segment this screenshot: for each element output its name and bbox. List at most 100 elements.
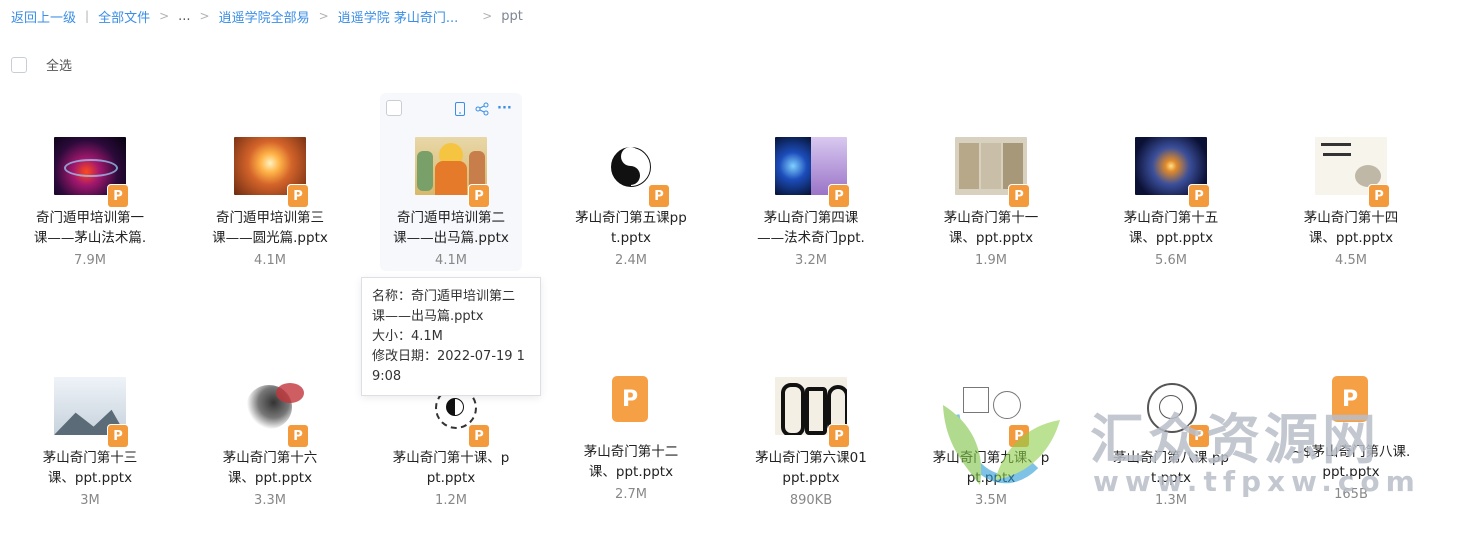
file-name-line1: 茅山奇门第十二 (583, 444, 679, 460)
file-name[interactable]: 茅山奇门第八课.pp t.pptx (1100, 448, 1242, 488)
file-item[interactable]: P 茅山奇门第十一 课、ppt.pptx 1.9M (920, 93, 1062, 273)
file-item[interactable]: P 茅山奇门第四课 ——法术奇门ppt. 3.2M (740, 93, 882, 273)
file-thumbnail: P (955, 377, 1029, 447)
file-name[interactable]: 奇门遁甲培训第三 课——圆光篇.pptx (199, 208, 341, 248)
file-name-line2: ——法术奇门ppt. (757, 230, 865, 246)
file-name-line2: 课——出马篇.pptx (393, 230, 509, 246)
file-thumbnail: P (234, 377, 308, 447)
pptx-badge-icon: P (469, 425, 489, 447)
file-name-line1: 茅山奇门第九课、p (932, 450, 1050, 466)
file-thumbnail: P (1135, 377, 1209, 447)
file-thumbnail: P (1315, 137, 1389, 207)
file-name[interactable]: 茅山奇门第十五 课、ppt.pptx (1100, 208, 1242, 248)
file-name-line2: pt.pptx (426, 470, 476, 486)
file-item[interactable]: P 茅山奇门第六课01 ppt.pptx 890KB (740, 333, 882, 513)
file-name-line2: 课——圆光篇.pptx (212, 230, 328, 246)
file-size: 3.2M (795, 253, 827, 268)
file-name-line2: t.pptx (610, 230, 651, 246)
file-name[interactable]: 茅山奇门第十一 课、ppt.pptx (920, 208, 1062, 248)
more-icon[interactable]: ··· (497, 102, 512, 116)
file-name[interactable]: 茅山奇门第五课pp t.pptx (560, 208, 702, 248)
file-name-line2: 课、ppt.pptx (1308, 230, 1394, 246)
file-item[interactable]: P 奇门遁甲培训第一 课——茅山法术篇. 7.9M (19, 93, 161, 273)
pptx-badge-icon: P (1369, 185, 1389, 207)
pptx-badge-icon: P (829, 185, 849, 207)
file-name[interactable]: 茅山奇门第十三 课、ppt.pptx (19, 448, 161, 488)
pptx-badge-icon: P (469, 185, 489, 207)
file-name-line2: ppt.pptx (782, 470, 840, 486)
file-name-line2: 课、ppt.pptx (227, 470, 313, 486)
file-name-line1: 茅山奇门第十一 (943, 210, 1039, 226)
file-name[interactable]: 茅山奇门第十四 课、ppt.pptx (1280, 208, 1422, 248)
file-name-line1: 茅山奇门第十六 (222, 450, 318, 466)
tooltip-date-line2: 9:08 (372, 369, 402, 384)
file-name-line2: t.pptx (1150, 470, 1191, 486)
file-thumbnail: P (415, 137, 489, 207)
file-size: 4.5M (1335, 253, 1367, 268)
file-thumbnail: P (595, 137, 669, 207)
phone-icon[interactable] (453, 102, 467, 116)
file-size: 2.7M (615, 487, 647, 502)
file-item[interactable]: P ~$茅山奇门第八课. ppt.pptx 165B (1280, 333, 1422, 513)
pptx-badge-icon: P (1009, 185, 1029, 207)
file-thumbnail: P (54, 137, 128, 207)
file-size: 1.3M (1155, 493, 1187, 508)
file-size: 4.1M (254, 253, 286, 268)
file-name-line2: 课、ppt.pptx (588, 464, 674, 480)
file-item[interactable]: P 茅山奇门第十二 课、ppt.pptx 2.7M (560, 333, 702, 513)
file-size: 890KB (789, 493, 833, 508)
file-name[interactable]: 奇门遁甲培训第二 课——出马篇.pptx (380, 208, 522, 248)
file-item[interactable]: P 茅山奇门第十五 课、ppt.pptx 5.6M (1100, 93, 1242, 273)
tooltip-size: 大小：4.1M (372, 329, 443, 344)
file-size: 3M (80, 493, 100, 508)
file-name[interactable]: 茅山奇门第六课01 ppt.pptx (740, 448, 882, 488)
file-thumbnail: P (775, 137, 849, 207)
file-name-line1: ~$茅山奇门第八课. (1291, 444, 1411, 460)
file-name-line2: ppt.pptx (1322, 464, 1380, 480)
file-thumbnail: P (54, 377, 128, 447)
pptx-badge-icon: P (288, 425, 308, 447)
file-item[interactable]: ··· P 奇门遁甲培训第二 课——出马篇.pptx 4.1M (380, 93, 522, 271)
file-name-line1: 茅山奇门第八课.pp (1113, 450, 1229, 466)
pptx-badge-icon: P (1189, 425, 1209, 447)
file-name-line2: 课、ppt.pptx (1128, 230, 1214, 246)
file-size: 4.1M (435, 253, 467, 268)
file-name-line1: 茅山奇门第十课、p (392, 450, 510, 466)
pptx-badge-icon: P (108, 185, 128, 207)
file-name-line1: 茅山奇门第十五 (1123, 210, 1219, 226)
file-size: 7.9M (74, 253, 106, 268)
pptx-file-icon: P (612, 376, 648, 422)
file-name[interactable]: 茅山奇门第九课、p pt.pptx (920, 448, 1062, 488)
file-name[interactable]: 茅山奇门第十六 课、ppt.pptx (199, 448, 341, 488)
file-thumbnail: P (1135, 137, 1209, 207)
pptx-badge-icon: P (108, 425, 128, 447)
file-name-line1: 茅山奇门第四课 (763, 210, 859, 226)
file-name-line2: 课——茅山法术篇. (33, 230, 147, 246)
file-item[interactable]: P 茅山奇门第十四 课、ppt.pptx 4.5M (1280, 93, 1422, 273)
file-size: 1.9M (975, 253, 1007, 268)
file-name-line1: 茅山奇门第五课pp (575, 210, 687, 226)
tooltip-name-line2: 课——出马篇.pptx (372, 309, 484, 324)
file-size: 1.2M (435, 493, 467, 508)
file-item[interactable]: P 奇门遁甲培训第三 课——圆光篇.pptx 4.1M (199, 93, 341, 273)
share-icon[interactable] (475, 102, 489, 116)
file-checkbox[interactable] (386, 100, 402, 116)
file-item[interactable]: P 茅山奇门第五课pp t.pptx 2.4M (560, 93, 702, 273)
file-item[interactable]: P 茅山奇门第九课、p pt.pptx 3.5M (920, 333, 1062, 513)
file-size: 2.4M (615, 253, 647, 268)
file-name[interactable]: ~$茅山奇门第八课. ppt.pptx (1280, 442, 1422, 482)
file-name-line2: 课、ppt.pptx (47, 470, 133, 486)
file-name[interactable]: 奇门遁甲培训第一 课——茅山法术篇. (19, 208, 161, 248)
file-name-line1: 奇门遁甲培训第二 (397, 210, 505, 226)
file-item[interactable]: P 茅山奇门第十六 课、ppt.pptx 3.3M (199, 333, 341, 513)
file-name-line1: 茅山奇门第十三 (42, 450, 138, 466)
file-grid: P 奇门遁甲培训第一 课——茅山法术篇. 7.9M P 奇门遁甲培训第三 课——圆光篇.pp… (0, 0, 1470, 549)
file-name[interactable]: 茅山奇门第十二 课、ppt.pptx (560, 442, 702, 482)
file-name[interactable]: 茅山奇门第十课、p pt.pptx (380, 448, 522, 488)
file-name[interactable]: 茅山奇门第四课 ——法术奇门ppt. (740, 208, 882, 248)
pptx-badge-icon: P (649, 185, 669, 207)
tooltip-name-line1: 名称：奇门遁甲培训第二 (372, 289, 516, 304)
file-name-line1: 茅山奇门第十四 (1303, 210, 1399, 226)
file-item[interactable]: P 茅山奇门第十三 课、ppt.pptx 3M (19, 333, 161, 513)
file-item[interactable]: P 茅山奇门第八课.pp t.pptx 1.3M (1100, 333, 1242, 513)
